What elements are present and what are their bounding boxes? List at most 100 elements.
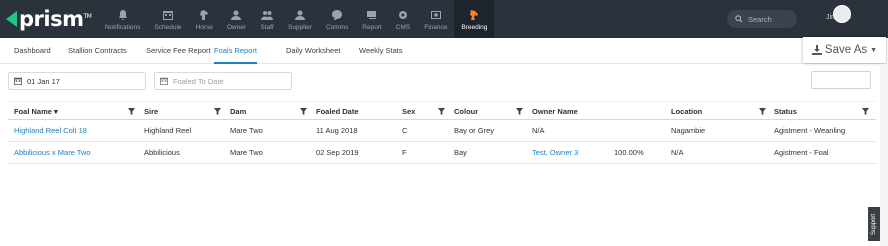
nav-comms[interactable]: Comms bbox=[319, 0, 355, 38]
filter-icon[interactable] bbox=[759, 108, 766, 115]
dam-cell: Mare Two bbox=[230, 126, 263, 135]
foaled-from-date-input[interactable]: 01 Jan 17 bbox=[8, 72, 146, 90]
save-as-button[interactable]: Save As ▼ bbox=[803, 37, 886, 63]
filter-icon[interactable] bbox=[516, 108, 523, 115]
logo-text: prism bbox=[19, 7, 84, 31]
top-navigation-bar: prismTM Notifications Schedule Horse Own… bbox=[0, 0, 888, 38]
logo-mark-icon bbox=[6, 11, 17, 27]
status-cell: Agistment - Weanling bbox=[774, 126, 846, 135]
dam-cell: Mare Two bbox=[230, 148, 263, 157]
nav-label: Horse bbox=[195, 23, 213, 31]
scrollbar[interactable] bbox=[880, 64, 888, 246]
people-icon bbox=[260, 8, 274, 22]
foaled-to-placeholder: Foaled To Date bbox=[173, 76, 224, 86]
horse-head-icon bbox=[197, 8, 211, 22]
export-button[interactable] bbox=[811, 71, 871, 89]
colour-cell: Bay or Grey bbox=[454, 126, 495, 135]
caret-down-icon: ▼ bbox=[870, 46, 878, 54]
tab-daily-worksheet[interactable]: Daily Worksheet bbox=[286, 38, 340, 64]
table-row: Abbilicious x Mare Two Abbilicious Mare … bbox=[8, 142, 876, 164]
nav-cms[interactable]: CMS bbox=[389, 0, 417, 38]
table-row: Highland Reel Colt 18 Highland Reel Mare… bbox=[8, 120, 876, 142]
foaled-date-cell: 02 Sep 2019 bbox=[316, 148, 359, 157]
sire-cell: Highland Reel bbox=[144, 126, 192, 135]
sex-cell: C bbox=[402, 126, 408, 135]
tab-weekly-stats[interactable]: Weekly Stats bbox=[359, 38, 403, 64]
nav-breeding[interactable]: Breeding bbox=[454, 0, 495, 38]
gear-icon bbox=[396, 8, 410, 22]
nav-label: Notifications bbox=[105, 23, 141, 31]
bell-icon bbox=[116, 8, 130, 22]
colour-cell: Bay bbox=[454, 148, 467, 157]
nav-report[interactable]: Report bbox=[355, 0, 389, 38]
nav-label: Breeding bbox=[461, 23, 488, 31]
chat-icon bbox=[330, 8, 344, 22]
nav-label: Schedule bbox=[154, 23, 182, 31]
download-icon bbox=[811, 45, 822, 55]
calendar-icon bbox=[161, 8, 175, 22]
foals-table: Foal Name ▾ Sire Dam Foaled Date Sex Col… bbox=[8, 101, 876, 164]
person-icon bbox=[293, 8, 307, 22]
column-header-foal-name[interactable]: Foal Name ▾ bbox=[14, 102, 58, 121]
nav-label: Comms bbox=[325, 23, 349, 31]
column-header-sire[interactable]: Sire bbox=[144, 102, 158, 121]
nav-label: Owner bbox=[226, 23, 247, 31]
report-tabs: Dashboard Stallion Contracts Service Fee… bbox=[0, 38, 888, 64]
search-placeholder: Search bbox=[748, 14, 772, 24]
foaled-date-cell: 11 Aug 2018 bbox=[316, 126, 358, 135]
owner-percentage-cell: 100.00% bbox=[614, 148, 644, 157]
column-header-location[interactable]: Location bbox=[671, 102, 702, 121]
tab-stallion-contracts[interactable]: Stallion Contracts bbox=[68, 38, 127, 64]
support-button[interactable]: Support bbox=[868, 207, 880, 241]
column-header-foaled-date[interactable]: Foaled Date bbox=[316, 102, 359, 121]
dollar-icon bbox=[429, 8, 443, 22]
owner-name-cell: N/A bbox=[532, 126, 545, 135]
foaled-to-date-input[interactable]: Foaled To Date bbox=[154, 72, 292, 90]
column-header-colour[interactable]: Colour bbox=[454, 102, 478, 121]
filter-icon[interactable] bbox=[438, 108, 445, 115]
tab-dashboard[interactable]: Dashboard bbox=[14, 38, 51, 64]
tab-foals-report[interactable]: Foals Report bbox=[214, 38, 257, 64]
prism-logo[interactable]: prismTM bbox=[6, 6, 92, 32]
status-cell: Agistment - Foal bbox=[774, 148, 829, 157]
nav-notifications[interactable]: Notifications bbox=[98, 0, 147, 38]
owner-name-link[interactable]: Test, Owner 3 bbox=[532, 142, 578, 164]
nav-staff[interactable]: Staff bbox=[253, 0, 281, 38]
nav-finance[interactable]: Finance bbox=[417, 0, 454, 38]
avatar[interactable] bbox=[833, 5, 851, 23]
location-cell: N/A bbox=[671, 148, 684, 157]
nav-label: Staff bbox=[260, 23, 274, 31]
location-cell: Nagambie bbox=[671, 126, 706, 135]
column-header-sex[interactable]: Sex bbox=[402, 102, 415, 121]
logo-trademark: TM bbox=[83, 13, 92, 20]
foal-name-link[interactable]: Abbilicious x Mare Two bbox=[14, 142, 91, 164]
table-header: Foal Name ▾ Sire Dam Foaled Date Sex Col… bbox=[8, 101, 876, 120]
filter-icon[interactable] bbox=[128, 108, 135, 115]
nav-label: Supplier bbox=[288, 23, 312, 31]
tab-service-fee-report[interactable]: Service Fee Report bbox=[146, 38, 211, 64]
filter-icon[interactable] bbox=[300, 108, 307, 115]
foaled-from-value: 01 Jan 17 bbox=[27, 76, 60, 86]
foal-name-link[interactable]: Highland Reel Colt 18 bbox=[14, 120, 87, 142]
search-input[interactable]: Search bbox=[727, 10, 797, 28]
report-icon bbox=[365, 8, 379, 22]
calendar-icon bbox=[14, 77, 22, 85]
column-header-owner-name[interactable]: Owner Name bbox=[532, 102, 578, 121]
filter-icon[interactable] bbox=[214, 108, 221, 115]
column-header-dam[interactable]: Dam bbox=[230, 102, 246, 121]
horse-icon bbox=[467, 8, 481, 22]
nav-owner[interactable]: Owner bbox=[220, 0, 253, 38]
nav-supplier[interactable]: Supplier bbox=[281, 0, 319, 38]
nav-schedule[interactable]: Schedule bbox=[147, 0, 188, 38]
save-as-label: Save As bbox=[824, 44, 868, 56]
sort-desc-icon: ▾ bbox=[54, 107, 58, 116]
column-header-status[interactable]: Status bbox=[774, 102, 797, 121]
sire-cell: Abbilicious bbox=[144, 148, 180, 157]
main-nav: Notifications Schedule Horse Owner Staff… bbox=[98, 0, 495, 38]
filter-icon[interactable] bbox=[862, 108, 869, 115]
nav-label: Finance bbox=[424, 23, 448, 31]
search-icon bbox=[735, 15, 743, 23]
sex-cell: F bbox=[402, 148, 407, 157]
nav-label: Report bbox=[362, 23, 382, 31]
nav-horse[interactable]: Horse bbox=[189, 0, 220, 38]
